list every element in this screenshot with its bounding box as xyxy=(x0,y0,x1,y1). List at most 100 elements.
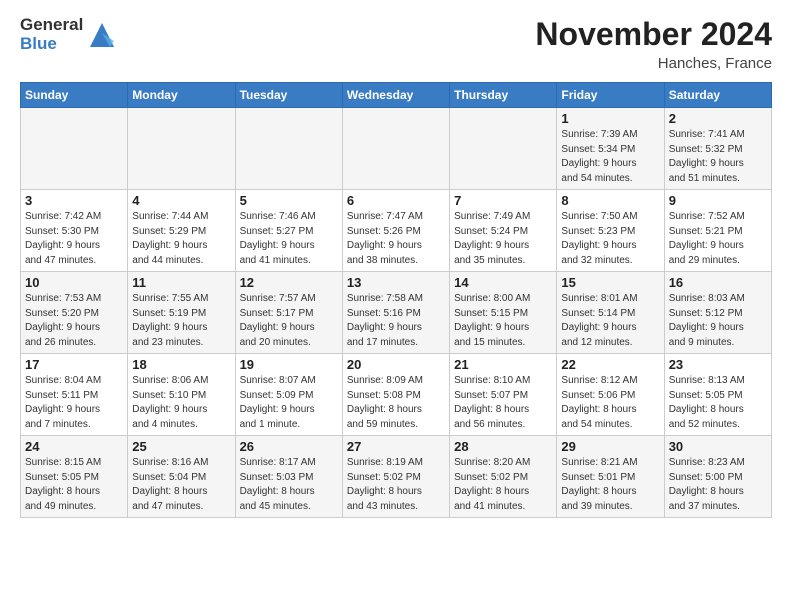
day-cell: 8 Sunrise: 7:50 AM Sunset: 5:23 PM Daylig… xyxy=(557,190,664,272)
day-header-friday: Friday xyxy=(557,83,664,108)
day-cell: 7Sunrise: 7:49 AM Sunset: 5:24 PM Daylig… xyxy=(450,190,557,272)
day-cell: 29 Sunrise: 8:21 AM Sunset: 5:01 PM Dayli… xyxy=(557,436,664,518)
day-info: Sunrise: 8:03 AM Sunset: 5:12 PM Dayligh… xyxy=(669,292,767,350)
day-number: 13 xyxy=(347,275,445,290)
day-info: Sunrise: 7:46 AM Sunset: 5:27 PM Dayligh… xyxy=(240,210,338,268)
day-header-tuesday: Tuesday xyxy=(235,83,342,108)
day-cell: 2 Sunrise: 7:41 AM Sunset: 5:32 PM Daylig… xyxy=(664,108,771,190)
location: Hanches, France xyxy=(535,55,772,72)
day-cell xyxy=(450,108,557,190)
day-header-sunday: Sunday xyxy=(21,83,128,108)
day-header-monday: Monday xyxy=(128,83,235,108)
day-info: Sunrise: 7:42 AM Sunset: 5:30 PM Dayligh… xyxy=(25,210,123,268)
day-info: Sunrise: 8:00 AM Sunset: 5:15 PM Dayligh… xyxy=(454,292,552,350)
day-header-wednesday: Wednesday xyxy=(342,83,449,108)
day-number: 26 xyxy=(240,439,338,454)
day-cell xyxy=(342,108,449,190)
day-header-saturday: Saturday xyxy=(664,83,771,108)
day-cell: 16Sunrise: 8:03 AM Sunset: 5:12 PM Dayli… xyxy=(664,272,771,354)
day-info: Sunrise: 7:44 AM Sunset: 5:29 PM Dayligh… xyxy=(132,210,230,268)
day-number: 15 xyxy=(561,275,659,290)
day-number: 19 xyxy=(240,357,338,372)
day-number: 25 xyxy=(132,439,230,454)
logo-icon xyxy=(86,19,118,51)
day-info: Sunrise: 8:07 AM Sunset: 5:09 PM Dayligh… xyxy=(240,374,338,432)
day-cell: 4 Sunrise: 7:44 AM Sunset: 5:29 PM Daylig… xyxy=(128,190,235,272)
day-number: 1 xyxy=(561,111,659,126)
day-number: 11 xyxy=(132,275,230,290)
day-cell: 26 Sunrise: 8:17 AM Sunset: 5:03 PM Dayli… xyxy=(235,436,342,518)
day-info: Sunrise: 8:21 AM Sunset: 5:01 PM Dayligh… xyxy=(561,456,659,514)
week-row-3: 10Sunrise: 7:53 AM Sunset: 5:20 PM Dayli… xyxy=(21,272,772,354)
day-number: 7 xyxy=(454,193,552,208)
day-cell: 14 Sunrise: 8:00 AM Sunset: 5:15 PM Dayli… xyxy=(450,272,557,354)
day-cell: 21 Sunrise: 8:10 AM Sunset: 5:07 PM Dayli… xyxy=(450,354,557,436)
day-cell: 22Sunrise: 8:12 AM Sunset: 5:06 PM Dayli… xyxy=(557,354,664,436)
calendar-table: SundayMondayTuesdayWednesdayThursdayFrid… xyxy=(20,82,772,518)
month-title: November 2024 xyxy=(535,16,772,53)
day-number: 6 xyxy=(347,193,445,208)
day-info: Sunrise: 8:01 AM Sunset: 5:14 PM Dayligh… xyxy=(561,292,659,350)
day-cell: 28Sunrise: 8:20 AM Sunset: 5:02 PM Dayli… xyxy=(450,436,557,518)
day-info: Sunrise: 8:20 AM Sunset: 5:02 PM Dayligh… xyxy=(454,456,552,514)
day-cell: 13Sunrise: 7:58 AM Sunset: 5:16 PM Dayli… xyxy=(342,272,449,354)
logo: General Blue xyxy=(20,16,118,53)
day-number: 21 xyxy=(454,357,552,372)
day-info: Sunrise: 8:12 AM Sunset: 5:06 PM Dayligh… xyxy=(561,374,659,432)
day-cell: 23Sunrise: 8:13 AM Sunset: 5:05 PM Dayli… xyxy=(664,354,771,436)
day-info: Sunrise: 8:13 AM Sunset: 5:05 PM Dayligh… xyxy=(669,374,767,432)
day-number: 18 xyxy=(132,357,230,372)
day-cell: 25Sunrise: 8:16 AM Sunset: 5:04 PM Dayli… xyxy=(128,436,235,518)
day-number: 14 xyxy=(454,275,552,290)
day-cell: 17 Sunrise: 8:04 AM Sunset: 5:11 PM Dayli… xyxy=(21,354,128,436)
day-number: 9 xyxy=(669,193,767,208)
week-row-1: 1 Sunrise: 7:39 AM Sunset: 5:34 PM Daylig… xyxy=(21,108,772,190)
day-info: Sunrise: 8:06 AM Sunset: 5:10 PM Dayligh… xyxy=(132,374,230,432)
logo-general: General xyxy=(20,16,83,35)
day-cell: 30Sunrise: 8:23 AM Sunset: 5:00 PM Dayli… xyxy=(664,436,771,518)
day-cell: 19 Sunrise: 8:07 AM Sunset: 5:09 PM Dayli… xyxy=(235,354,342,436)
day-info: Sunrise: 8:09 AM Sunset: 5:08 PM Dayligh… xyxy=(347,374,445,432)
day-info: Sunrise: 7:52 AM Sunset: 5:21 PM Dayligh… xyxy=(669,210,767,268)
day-number: 27 xyxy=(347,439,445,454)
day-number: 4 xyxy=(132,193,230,208)
day-number: 30 xyxy=(669,439,767,454)
day-cell: 24Sunrise: 8:15 AM Sunset: 5:05 PM Dayli… xyxy=(21,436,128,518)
day-number: 29 xyxy=(561,439,659,454)
day-number: 8 xyxy=(561,193,659,208)
day-info: Sunrise: 8:10 AM Sunset: 5:07 PM Dayligh… xyxy=(454,374,552,432)
day-number: 3 xyxy=(25,193,123,208)
day-number: 24 xyxy=(25,439,123,454)
day-info: Sunrise: 7:57 AM Sunset: 5:17 PM Dayligh… xyxy=(240,292,338,350)
day-info: Sunrise: 8:19 AM Sunset: 5:02 PM Dayligh… xyxy=(347,456,445,514)
day-cell: 11 Sunrise: 7:55 AM Sunset: 5:19 PM Dayli… xyxy=(128,272,235,354)
day-cell: 1 Sunrise: 7:39 AM Sunset: 5:34 PM Daylig… xyxy=(557,108,664,190)
day-info: Sunrise: 8:04 AM Sunset: 5:11 PM Dayligh… xyxy=(25,374,123,432)
day-number: 5 xyxy=(240,193,338,208)
week-row-5: 24Sunrise: 8:15 AM Sunset: 5:05 PM Dayli… xyxy=(21,436,772,518)
day-cell xyxy=(21,108,128,190)
day-info: Sunrise: 8:17 AM Sunset: 5:03 PM Dayligh… xyxy=(240,456,338,514)
day-cell: 27 Sunrise: 8:19 AM Sunset: 5:02 PM Dayli… xyxy=(342,436,449,518)
day-cell: 15 Sunrise: 8:01 AM Sunset: 5:14 PM Dayli… xyxy=(557,272,664,354)
day-number: 17 xyxy=(25,357,123,372)
day-cell: 6 Sunrise: 7:47 AM Sunset: 5:26 PM Daylig… xyxy=(342,190,449,272)
day-cell: 3 Sunrise: 7:42 AM Sunset: 5:30 PM Daylig… xyxy=(21,190,128,272)
day-info: Sunrise: 7:50 AM Sunset: 5:23 PM Dayligh… xyxy=(561,210,659,268)
day-cell: 9 Sunrise: 7:52 AM Sunset: 5:21 PM Daylig… xyxy=(664,190,771,272)
day-cell xyxy=(128,108,235,190)
day-info: Sunrise: 7:55 AM Sunset: 5:19 PM Dayligh… xyxy=(132,292,230,350)
day-info: Sunrise: 7:47 AM Sunset: 5:26 PM Dayligh… xyxy=(347,210,445,268)
day-number: 12 xyxy=(240,275,338,290)
logo-text: General Blue xyxy=(20,16,118,53)
day-cell xyxy=(235,108,342,190)
week-row-4: 17 Sunrise: 8:04 AM Sunset: 5:11 PM Dayli… xyxy=(21,354,772,436)
header: General Blue November 2024 Hanches, Fran… xyxy=(20,16,772,72)
day-cell: 18 Sunrise: 8:06 AM Sunset: 5:10 PM Dayli… xyxy=(128,354,235,436)
day-number: 20 xyxy=(347,357,445,372)
day-info: Sunrise: 7:41 AM Sunset: 5:32 PM Dayligh… xyxy=(669,128,767,186)
day-number: 2 xyxy=(669,111,767,126)
logo-blue: Blue xyxy=(20,35,83,54)
day-number: 10 xyxy=(25,275,123,290)
day-info: Sunrise: 7:39 AM Sunset: 5:34 PM Dayligh… xyxy=(561,128,659,186)
